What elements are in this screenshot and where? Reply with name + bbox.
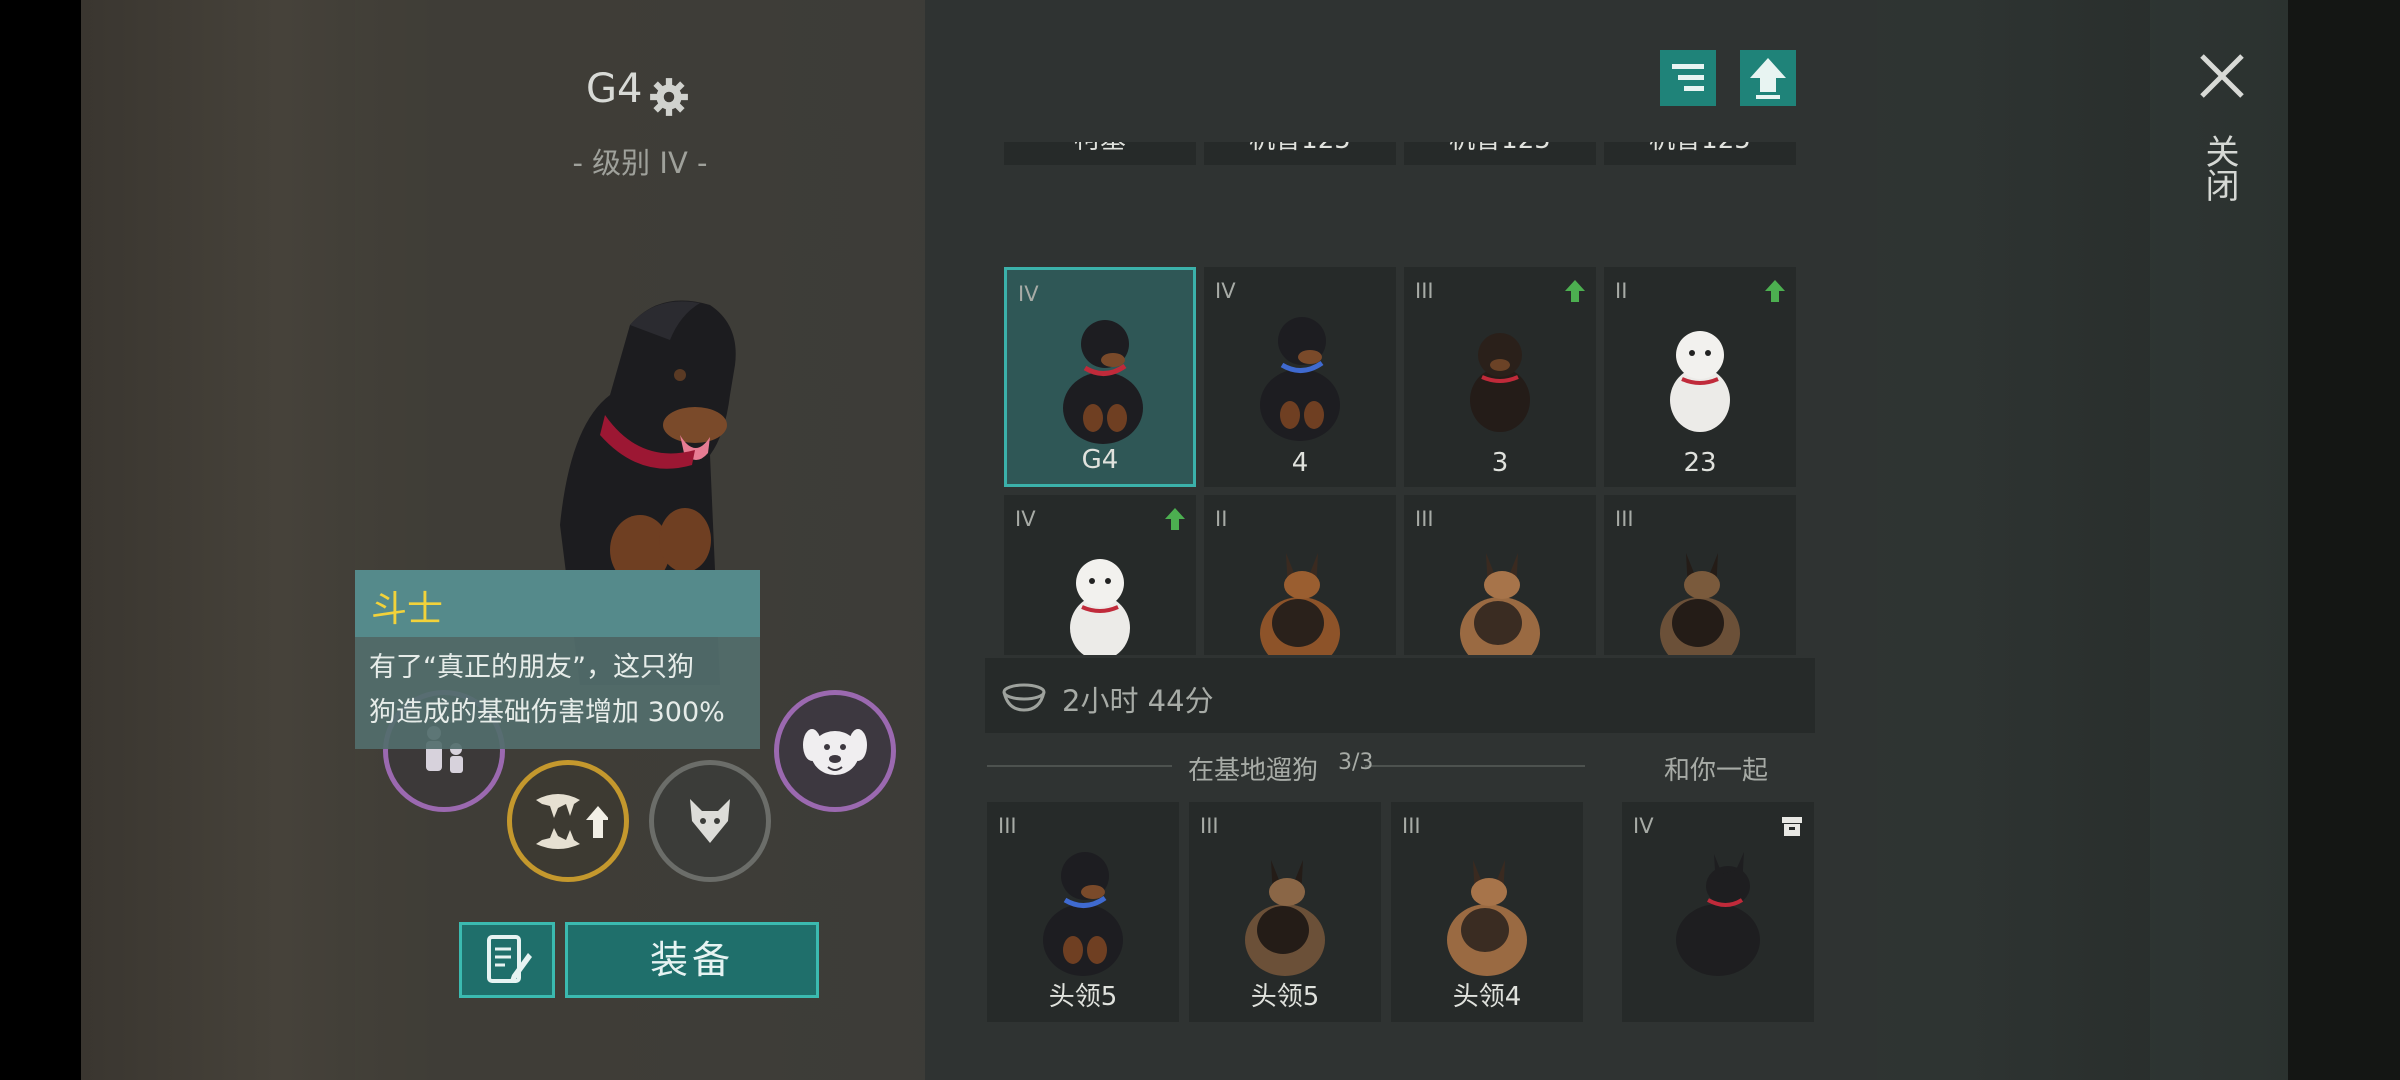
- dog-label: 机智125: [1604, 142, 1796, 156]
- dog-level-badge: III: [1402, 814, 1421, 838]
- dog-level: - 级别 IV -: [572, 146, 708, 180]
- dog-level-badge: III: [1415, 507, 1434, 531]
- dog-face-icon: [803, 729, 867, 775]
- sort-button[interactable]: [1660, 50, 1716, 106]
- dog-level-badge: IV: [1633, 814, 1654, 838]
- kennel-dog-card[interactable]: II 23: [1604, 267, 1796, 487]
- shepherd-image: [1245, 860, 1325, 976]
- kennel-dog-card[interactable]: III 3: [1404, 267, 1596, 487]
- sort-icon: [1672, 64, 1704, 91]
- kennel-dog-card[interactable]: 机智125: [1604, 142, 1796, 165]
- kennel-dog-card[interactable]: IV: [1004, 495, 1196, 655]
- dog-label: 机智125: [1204, 142, 1396, 156]
- shepherd-image: [1660, 553, 1740, 655]
- bowl-icon: [1002, 683, 1046, 712]
- upgrade-arrow-icon: [1565, 280, 1585, 302]
- puppy-image: [1470, 333, 1530, 432]
- rottweiler-image: [1043, 852, 1123, 976]
- dog-label: 机智125: [1404, 142, 1596, 156]
- gear-icon[interactable]: [648, 76, 690, 118]
- dog-label: 23: [1683, 448, 1717, 478]
- fangs-upgrade-icon: [536, 794, 608, 849]
- dog-label: G4: [1081, 445, 1119, 475]
- walking-section-title: 在基地遛狗: [1188, 756, 1319, 786]
- rottweiler-image: [1260, 317, 1340, 441]
- close-icon[interactable]: [2196, 50, 2248, 102]
- upgrade-arrow-icon: [1165, 508, 1185, 530]
- perk-description-line: 有了“真正的朋友”，这只狗: [369, 652, 694, 683]
- perk-dog-button[interactable]: [774, 690, 896, 812]
- dog-level-badge: IV: [1215, 279, 1236, 303]
- dog-level-badge: II: [1615, 279, 1628, 303]
- wolf-icon: [690, 799, 730, 843]
- section-divider: [1365, 765, 1585, 767]
- equip-button[interactable]: 装备: [565, 922, 819, 998]
- dog-level-badge: IV: [1015, 507, 1036, 531]
- close-button-label[interactable]: 关闭: [2199, 134, 2244, 202]
- dog-label: 3: [1491, 448, 1509, 478]
- edit-document-icon: [487, 935, 532, 983]
- kennel-dog-card[interactable]: 柯基: [1004, 142, 1196, 165]
- dog-level-badge: II: [1215, 507, 1228, 531]
- kennel-dog-card[interactable]: III: [1604, 495, 1796, 655]
- kennel-dog-card[interactable]: III: [1404, 495, 1596, 655]
- kennel-dog-card[interactable]: II: [1204, 495, 1396, 655]
- puppy-image: [1670, 331, 1730, 432]
- companion-dog-card[interactable]: IV: [1622, 802, 1814, 1022]
- feeding-time: 2小时 44分: [1062, 684, 1214, 718]
- companion-section-title: 和你一起: [1664, 756, 1769, 786]
- dog-label: 头领4: [1452, 982, 1522, 1012]
- walking-dog-card[interactable]: III 头领5: [1189, 802, 1381, 1022]
- dog-name: G4: [586, 66, 643, 112]
- dog-level-badge: III: [1200, 814, 1219, 838]
- kennel-dog-card[interactable]: 机智125: [1204, 142, 1396, 165]
- right-dark-bar: [2288, 0, 2400, 1080]
- kennel-dog-card[interactable]: IV 4: [1204, 267, 1396, 487]
- dog-level-badge: III: [998, 814, 1017, 838]
- dog-label: 柯基: [1004, 142, 1196, 156]
- dog-label: 头领5: [1250, 982, 1320, 1012]
- rottweiler-image: [1063, 320, 1143, 444]
- perk-description-line: 狗造成的基础伤害增加 300%: [369, 697, 725, 728]
- shepherd-image: [1460, 553, 1540, 655]
- perk-fangs-upgrade-button[interactable]: [507, 760, 629, 882]
- walking-count: 3/3: [1338, 750, 1374, 775]
- walking-dog-card[interactable]: III 头领4: [1391, 802, 1583, 1022]
- upgrade-arrow-icon: [1765, 280, 1785, 302]
- kennel-grid: 柯基 机智125 机智125 机智125 IV: [1004, 142, 1796, 655]
- perk-title: 斗士: [355, 570, 760, 637]
- walking-dog-card[interactable]: III 头领5: [987, 802, 1179, 1022]
- section-divider: [987, 765, 1172, 767]
- shepherd-image: [1447, 860, 1527, 976]
- kennel-dog-card[interactable]: 机智125: [1404, 142, 1596, 165]
- shepherd-image: [1260, 553, 1340, 655]
- puppy-image: [1070, 559, 1130, 655]
- perk-description: 有了“真正的朋友”，这只狗 狗造成的基础伤害增加 300%: [355, 637, 760, 749]
- notes-button[interactable]: [459, 922, 555, 998]
- dog-label: 头领5: [1048, 982, 1118, 1012]
- dog-level-badge: IV: [1018, 282, 1039, 306]
- game-screen: G4 - 级别 IV - 斗士 有了“真正的朋友”，这只狗 狗造成的基础伤害增加…: [0, 0, 2400, 1080]
- archive-icon: [1782, 817, 1802, 836]
- perk-wolf-button[interactable]: [649, 760, 771, 882]
- upgrade-all-button[interactable]: [1740, 50, 1796, 106]
- black-shepherd-image: [1676, 852, 1760, 976]
- kennel-dog-card-selected[interactable]: IV G4: [1004, 267, 1196, 487]
- arrow-up-icon: [1750, 58, 1786, 99]
- dog-level-badge: III: [1615, 507, 1634, 531]
- left-black-bar: [0, 0, 81, 1080]
- perk-tooltip: 斗士 有了“真正的朋友”，这只狗 狗造成的基础伤害增加 300%: [355, 570, 760, 749]
- dog-level-badge: III: [1415, 279, 1434, 303]
- dog-label: 4: [1291, 448, 1309, 478]
